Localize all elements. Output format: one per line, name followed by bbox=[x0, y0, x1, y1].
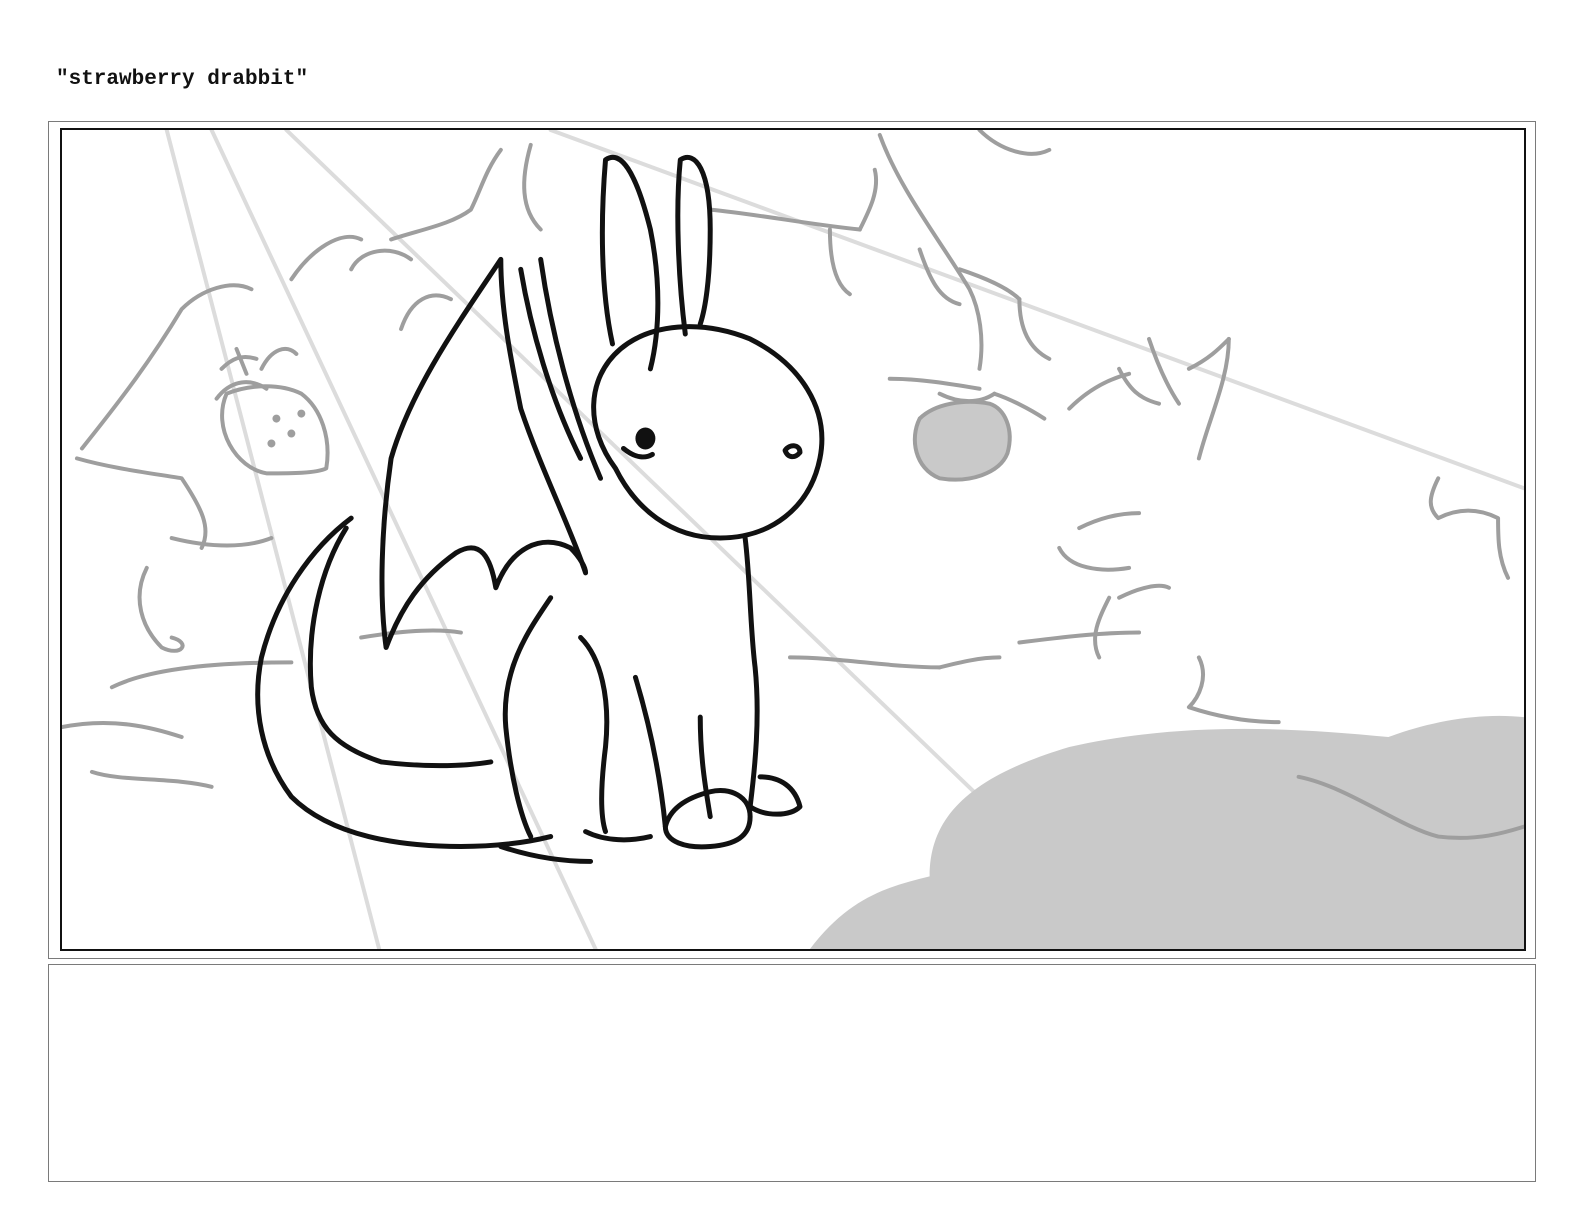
hanging-strawberry bbox=[912, 391, 1047, 482]
storyboard-panel bbox=[60, 128, 1526, 951]
drabbit-character bbox=[255, 154, 825, 864]
strawberry-drawing bbox=[214, 346, 330, 476]
panel-notes-box bbox=[48, 964, 1536, 1182]
foreground-bush-shadow bbox=[809, 715, 1524, 949]
page-title: "strawberry drabbit" bbox=[56, 68, 309, 91]
panel-sketch bbox=[62, 130, 1524, 949]
